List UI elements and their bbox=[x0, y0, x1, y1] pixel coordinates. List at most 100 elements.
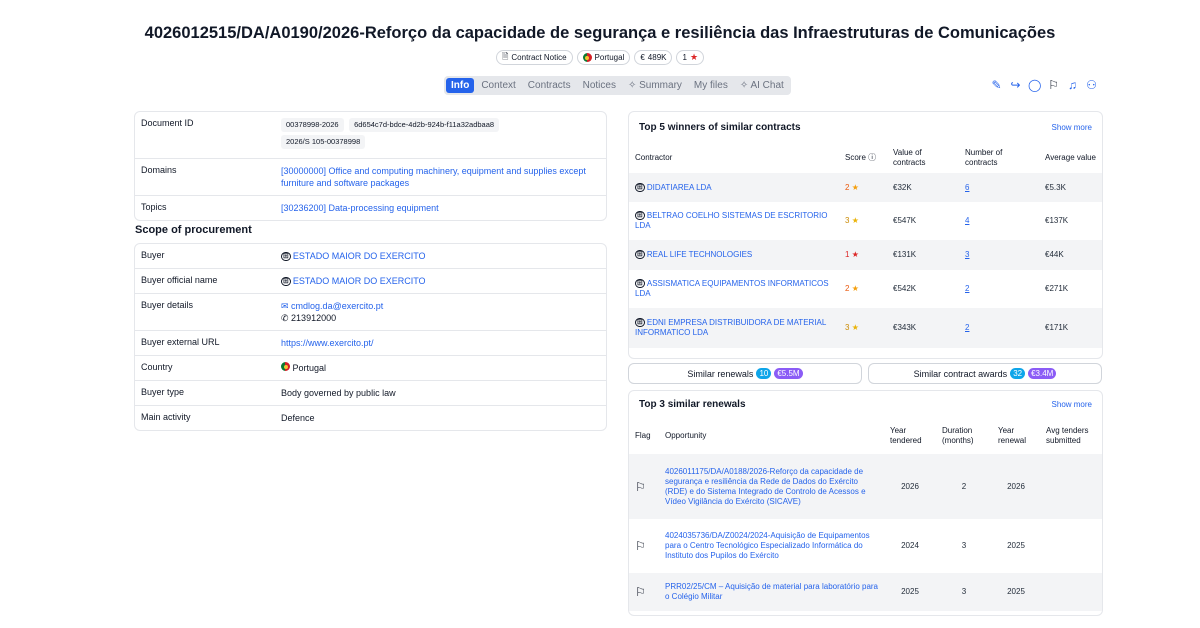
col-opportunity: Opportunity bbox=[665, 431, 707, 440]
stars-badge[interactable]: 1 ★ bbox=[676, 50, 705, 65]
topics-link[interactable]: [30236200] Data-processing equipment bbox=[281, 196, 606, 220]
renewals-show-more-link[interactable]: Show more bbox=[1052, 400, 1092, 409]
domains-link[interactable]: [30000000] Office and computing machiner… bbox=[281, 159, 606, 195]
table-row[interactable]: ⊞ EDNI EMPRESA DISTRIBUIDORA DE MATERIAL … bbox=[629, 308, 1102, 348]
main-activity-row: Main activity Defence bbox=[135, 406, 606, 430]
year-renewal-cell: 2025 bbox=[1007, 541, 1025, 550]
page-title: 4026012515/DA/A0190/2026-Reforço da capa… bbox=[144, 24, 1056, 42]
contractor-link[interactable]: ⊞ ASSISMATICA EQUIPAMENTOS INFORMATICOS L… bbox=[629, 270, 839, 308]
document-id-chip[interactable]: 2026/S 105-00378998 bbox=[281, 135, 366, 149]
buyer-link[interactable]: ⊞ ESTADO MAIOR DO EXERCITO bbox=[281, 244, 606, 268]
col-duration: Duration (months) bbox=[942, 426, 974, 445]
flag-icon[interactable]: ⚐ bbox=[1047, 78, 1060, 92]
value-cell: €131K bbox=[893, 250, 917, 259]
score-cell: 3 ★ bbox=[839, 202, 887, 240]
contractor-link[interactable]: ⊞ DIDATIAREA LDA bbox=[629, 173, 839, 202]
table-row[interactable]: ⚐ 4024035736/DA/Z0024/2024-Aquisição de … bbox=[629, 519, 1102, 573]
document-icon: 🗎 bbox=[501, 51, 509, 61]
winners-card: Top 5 winners of similar contracts Show … bbox=[628, 111, 1103, 359]
count-link[interactable]: 3 bbox=[959, 240, 1039, 270]
count-link[interactable]: 6 bbox=[959, 173, 1039, 202]
flag-icon[interactable]: ⚐ bbox=[629, 519, 659, 573]
winners-title: Top 5 winners of similar contracts bbox=[639, 122, 801, 133]
buyer-card: Buyer ⊞ ESTADO MAIOR DO EXERCITO Buyer of… bbox=[134, 243, 607, 431]
tab-bar: Info Context Contracts Notices ✧ Summary… bbox=[444, 76, 791, 95]
count-link[interactable]: 2 bbox=[959, 308, 1039, 348]
contractor-link[interactable]: ⊞ EDNI EMPRESA DISTRIBUIDORA DE MATERIAL … bbox=[629, 308, 839, 348]
notice-type-badge[interactable]: 🗎 Contract Notice bbox=[495, 50, 573, 65]
buyer-url-link[interactable]: https://www.exercito.pt/ bbox=[281, 331, 606, 355]
count-link[interactable]: 2 bbox=[959, 270, 1039, 308]
topics-key: Topics bbox=[141, 202, 167, 212]
table-row[interactable]: ⊞ BELTRAO COELHO SISTEMAS DE ESCRITORIO L… bbox=[629, 202, 1102, 240]
scope-heading: Scope of procurement bbox=[135, 224, 252, 236]
tab-summary[interactable]: ✧ Summary bbox=[623, 78, 687, 93]
edit-icon[interactable]: ✎ bbox=[990, 78, 1003, 92]
similar-awards-button[interactable]: Similar contract awards 32 €3.4M bbox=[868, 363, 1102, 384]
tab-notices[interactable]: Notices bbox=[578, 78, 621, 93]
flag-icon[interactable]: ⚐ bbox=[629, 454, 659, 519]
country-badge[interactable]: Portugal bbox=[576, 50, 631, 65]
col-contractor: Contractor bbox=[635, 153, 673, 162]
tab-my-files[interactable]: My files bbox=[689, 78, 733, 93]
opportunity-link[interactable]: PRR02/25/CM – Aquisição de material para… bbox=[659, 573, 884, 611]
document-id-chip[interactable]: 6d654c7d-bdce-4d2b-924b-f11a32adbaa8 bbox=[349, 118, 500, 132]
sparkle-icon: ✧ bbox=[739, 80, 751, 91]
table-row[interactable]: ⚐ 4026011175/DA/A0188/2026-Reforço da ca… bbox=[629, 454, 1102, 519]
col-flag: Flag bbox=[635, 431, 651, 440]
chat-icon[interactable]: ◯ bbox=[1028, 78, 1041, 92]
score-cell: 3 ★ bbox=[839, 308, 887, 348]
col-year-tendered: Year tendered bbox=[890, 426, 922, 445]
table-row[interactable]: ⊞ ASSISMATICA EQUIPAMENTOS INFORMATICOS L… bbox=[629, 270, 1102, 308]
col-avg-tenders: Avg tenders submitted bbox=[1046, 426, 1089, 445]
value-label: 489K bbox=[647, 53, 667, 62]
count-link[interactable]: 4 bbox=[959, 202, 1039, 240]
table-row[interactable]: ⚐ PRR02/25/CM – Aquisição de material pa… bbox=[629, 573, 1102, 611]
tab-info[interactable]: Info bbox=[446, 78, 475, 93]
score-value: 1 bbox=[845, 250, 850, 259]
contractor-link[interactable]: ⊞ REAL LIFE TECHNOLOGIES bbox=[629, 240, 839, 270]
buyer-email-link[interactable]: ✉ cmdlog.da@exercito.pt bbox=[281, 300, 606, 312]
topics-row: Topics [30236200] Data-processing equipm… bbox=[135, 196, 606, 220]
average-cell: €271K bbox=[1045, 284, 1069, 293]
value-cell: €547K bbox=[893, 216, 917, 225]
star-icon: ★ bbox=[851, 182, 859, 192]
winners-show-more-link[interactable]: Show more bbox=[1052, 123, 1092, 132]
flag-icon[interactable]: ⚐ bbox=[629, 573, 659, 611]
table-row[interactable]: ⊞ DIDATIAREA LDA 2 ★ €32K 6 €5.3K bbox=[629, 173, 1102, 202]
value-badge[interactable]: € 489K bbox=[634, 50, 673, 65]
mail-icon: ✉ bbox=[281, 301, 292, 311]
info-icon[interactable]: ⓘ bbox=[868, 153, 876, 162]
main-activity-value: Defence bbox=[281, 413, 315, 423]
bell-icon[interactable]: ♫ bbox=[1066, 78, 1079, 92]
opportunity-link[interactable]: 4026011175/DA/A0188/2026-Reforço da capa… bbox=[659, 454, 884, 519]
share-icon[interactable]: ↪ bbox=[1009, 78, 1022, 92]
buyer-official-row: Buyer official name ⊞ ESTADO MAIOR DO EXE… bbox=[135, 269, 606, 294]
value-cell: €542K bbox=[893, 284, 917, 293]
tab-contracts[interactable]: Contracts bbox=[523, 78, 576, 93]
tab-ai-chat[interactable]: ✧ AI Chat bbox=[735, 78, 789, 93]
similar-renewals-label: Similar renewals bbox=[687, 368, 754, 379]
tab-context[interactable]: Context bbox=[476, 78, 520, 93]
buyer-details-key: Buyer details bbox=[141, 300, 194, 310]
contractor-link[interactable]: ⊞ BELTRAO COELHO SISTEMAS DE ESCRITORIO L… bbox=[629, 202, 839, 240]
tab-summary-label: Summary bbox=[639, 80, 682, 91]
star-icon: ★ bbox=[851, 284, 859, 293]
document-id-chip[interactable]: 00378998-2026 bbox=[281, 118, 344, 132]
similar-renewals-button[interactable]: Similar renewals 10 €5.5M bbox=[628, 363, 862, 384]
buyer-type-value: Body governed by public law bbox=[281, 388, 396, 398]
add-user-icon[interactable]: ⚇ bbox=[1085, 78, 1098, 92]
star-icon: ★ bbox=[851, 216, 859, 225]
table-row[interactable]: ⊞ REAL LIFE TECHNOLOGIES 1 ★ €131K 3 €44K bbox=[629, 240, 1102, 270]
contractor-name: EDNI EMPRESA DISTRIBUIDORA DE MATERIAL I… bbox=[635, 318, 827, 337]
renewals-table: Flag Opportunity Year tendered Duration … bbox=[629, 418, 1102, 611]
tab-ai-chat-label: AI Chat bbox=[750, 80, 784, 91]
similar-awards-label: Similar contract awards bbox=[913, 368, 1008, 379]
country-key: Country bbox=[141, 362, 173, 372]
document-id-key: Document ID bbox=[141, 118, 194, 128]
opportunity-link[interactable]: 4024035736/DA/Z0024/2024-Aquisição de Eq… bbox=[659, 519, 884, 573]
buyer-official-link[interactable]: ⊞ ESTADO MAIOR DO EXERCITO bbox=[281, 269, 606, 293]
winners-header: Top 5 winners of similar contracts Show … bbox=[629, 112, 1102, 143]
score-cell: 2 ★ bbox=[839, 270, 887, 308]
average-cell: €171K bbox=[1045, 323, 1069, 332]
